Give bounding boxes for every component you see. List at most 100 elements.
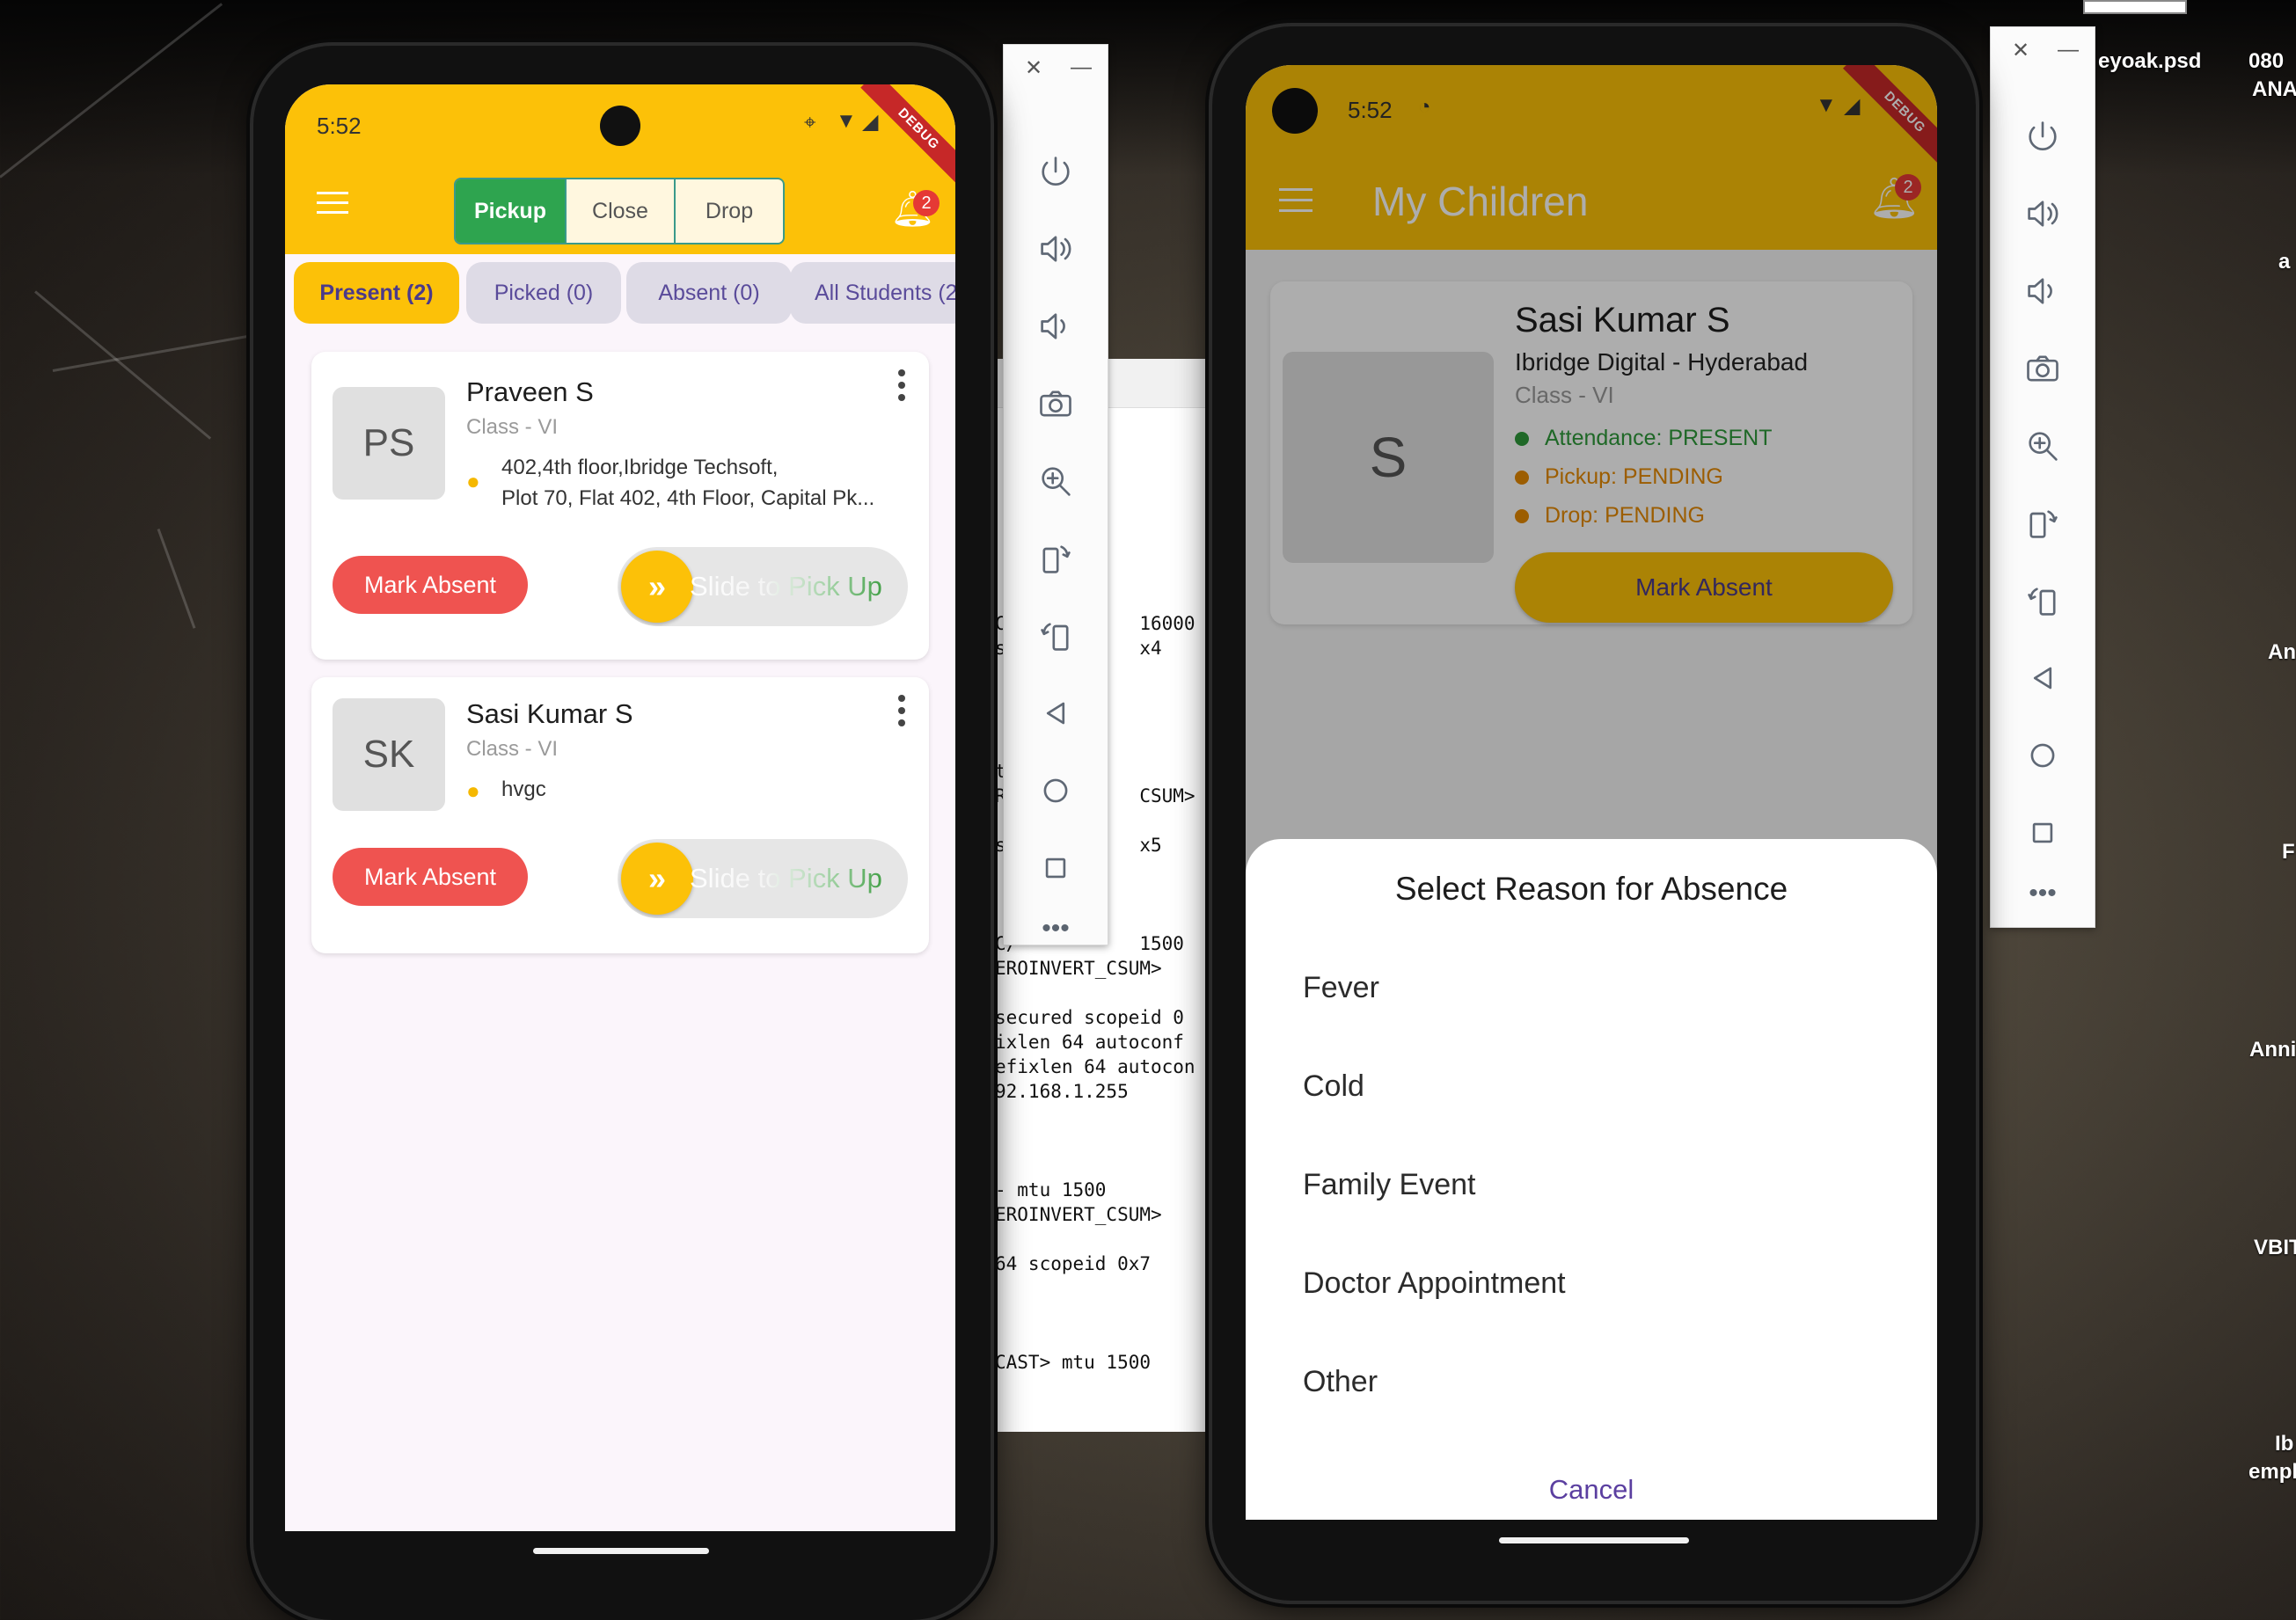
right-phone-screen: 5:52 ◔ ▼ ◢ DEBUG My Children 🔔︎ 2 S Sasi… (1246, 65, 1937, 1520)
desktop-label[interactable]: empl (2248, 1460, 2296, 1485)
slide-to-pickup[interactable]: » Slide to Pick Up (618, 839, 908, 918)
rotate-left-icon[interactable] (1004, 597, 1108, 675)
camera-icon[interactable] (1991, 330, 2095, 407)
status-time: 5:52 (317, 113, 362, 139)
left-phone-bottom-bar (285, 1531, 955, 1584)
avatar: SK (333, 698, 445, 811)
close-icon[interactable]: ✕ (1025, 55, 1042, 81)
student-card[interactable]: SK Sasi Kumar S Class - VI ● hvgc Mark A… (311, 677, 929, 953)
camera-cutout (600, 106, 640, 146)
student-address: 402,4th floor,Ibridge Techsoft, Plot 70,… (501, 452, 874, 514)
volume-up-icon[interactable] (1991, 175, 2095, 252)
student-class: Class - VI (466, 737, 559, 761)
reason-doctor-appointment[interactable]: Doctor Appointment (1303, 1266, 1566, 1301)
cancel-button[interactable]: Cancel (1246, 1474, 1937, 1506)
desktop-label[interactable]: Anni (2249, 1038, 2296, 1062)
address-line2: Plot 70, Flat 402, 4th Floor, Capital Pk… (501, 486, 875, 510)
wifi-icon: ▼ (836, 109, 857, 133)
back-icon[interactable] (1004, 675, 1108, 752)
gesture-bar[interactable] (533, 1548, 709, 1554)
desktop-label[interactable]: Ib (2275, 1432, 2293, 1456)
minimize-icon[interactable]: — (1071, 55, 1092, 80)
pin-icon: ● (466, 777, 480, 804)
gesture-bar[interactable] (1499, 1537, 1689, 1543)
desktop-label[interactable]: a (2278, 250, 2290, 274)
home-icon[interactable] (1991, 717, 2095, 794)
left-phone-frame: 5:52 ⌖ ▼ ◢ DEBUG Pickup Close Drop 🔔︎ 2 … (253, 46, 991, 1620)
power-icon[interactable] (1991, 98, 2095, 175)
overview-icon[interactable] (1991, 794, 2095, 872)
power-icon[interactable] (1004, 133, 1108, 210)
right-phone-frame: 5:52 ◔ ▼ ◢ DEBUG My Children 🔔︎ 2 S Sasi… (1212, 26, 1976, 1601)
chip-all-students[interactable]: All Students (2) (790, 262, 955, 324)
home-icon[interactable] (1004, 752, 1108, 829)
rotate-right-icon[interactable] (1004, 520, 1108, 597)
more-vert-icon[interactable] (898, 695, 905, 732)
reason-other[interactable]: Other (1303, 1365, 1378, 1399)
desktop-file-label[interactable]: eyoak.psd (2098, 49, 2201, 74)
segment-pickup[interactable]: Pickup (456, 179, 565, 243)
notification-badge: 2 (913, 190, 940, 216)
chip-present[interactable]: Present (2) (294, 262, 459, 324)
volume-down-icon[interactable] (1991, 252, 2095, 330)
reason-family-event[interactable]: Family Event (1303, 1168, 1476, 1202)
reason-fever[interactable]: Fever (1303, 971, 1379, 1005)
mark-absent-button[interactable]: Mark Absent (333, 556, 528, 614)
desktop-label[interactable]: F (2282, 840, 2295, 865)
absence-reason-sheet: Select Reason for Absence Fever Cold Fam… (1246, 839, 1937, 1520)
back-icon[interactable] (1991, 639, 2095, 717)
avatar: PS (333, 387, 445, 500)
mode-segmented-control: Pickup Close Drop (454, 178, 785, 244)
desktop-label[interactable]: An (2268, 640, 2296, 665)
left-phone-screen: 5:52 ⌖ ▼ ◢ DEBUG Pickup Close Drop 🔔︎ 2 … (285, 84, 955, 1531)
emulator-toolbar-right: ✕ — ••• (1990, 26, 2095, 928)
student-class: Class - VI (466, 415, 559, 439)
chip-absent[interactable]: Absent (0) (626, 262, 792, 324)
mark-absent-button[interactable]: Mark Absent (333, 848, 528, 906)
wallpaper-line (52, 332, 261, 372)
zoom-icon[interactable] (1004, 442, 1108, 520)
student-name: Praveen S (466, 376, 594, 407)
double-chevron-icon[interactable]: » (621, 843, 693, 915)
desktop-label[interactable]: ANA (2252, 77, 2296, 102)
rotate-right-icon[interactable] (1991, 485, 2095, 562)
more-vert-icon[interactable] (898, 369, 905, 406)
emulator-toolbar-left: ✕ — ••• (1003, 44, 1108, 945)
menu-icon[interactable] (317, 192, 348, 214)
double-chevron-icon[interactable]: » (621, 551, 693, 623)
location-icon: ⌖ (804, 111, 816, 135)
slide-label: Slide to Pick Up (690, 839, 882, 918)
wallpaper-line (34, 290, 212, 440)
app-bar: 5:52 ⌖ ▼ ◢ DEBUG Pickup Close Drop 🔔︎ 2 (285, 84, 955, 254)
segment-drop[interactable]: Drop (674, 179, 783, 243)
volume-down-icon[interactable] (1004, 288, 1108, 365)
chip-picked[interactable]: Picked (0) (466, 262, 621, 324)
rotate-left-icon[interactable] (1991, 562, 2095, 639)
wallpaper-line (157, 528, 196, 629)
camera-icon[interactable] (1004, 365, 1108, 442)
sheet-title: Select Reason for Absence (1394, 871, 1788, 907)
volume-up-icon[interactable] (1004, 210, 1108, 288)
student-card[interactable]: PS Praveen S Class - VI ● 402,4th floor,… (311, 352, 929, 660)
slide-label: Slide to Pick Up (690, 547, 882, 626)
slide-to-pickup[interactable]: » Slide to Pick Up (618, 547, 908, 626)
debug-ribbon: DEBUG (860, 84, 955, 187)
minimize-icon[interactable]: — (2058, 38, 2079, 62)
student-address: hvgc (501, 777, 546, 801)
pin-icon: ● (466, 468, 480, 494)
segment-close[interactable]: Close (565, 179, 674, 243)
more-icon[interactable]: ••• (1991, 872, 2095, 916)
reason-cold[interactable]: Cold (1303, 1069, 1364, 1104)
right-phone-bottom-bar (1246, 1520, 1937, 1569)
zoom-icon[interactable] (1991, 407, 2095, 485)
status-bar: 5:52 ⌖ ▼ ◢ DEBUG (285, 84, 955, 187)
desktop-window-corner (2083, 0, 2187, 14)
student-name: Sasi Kumar S (466, 698, 633, 729)
signal-icon: ◢ (862, 110, 879, 134)
close-icon[interactable]: ✕ (2012, 38, 2029, 63)
desktop-label[interactable]: 080 (2248, 49, 2284, 74)
more-icon[interactable]: ••• (1004, 907, 1108, 951)
overview-icon[interactable] (1004, 829, 1108, 907)
desktop-label[interactable]: VBIT (2254, 1236, 2296, 1260)
address-line1: 402,4th floor,Ibridge Techsoft, (501, 456, 779, 479)
